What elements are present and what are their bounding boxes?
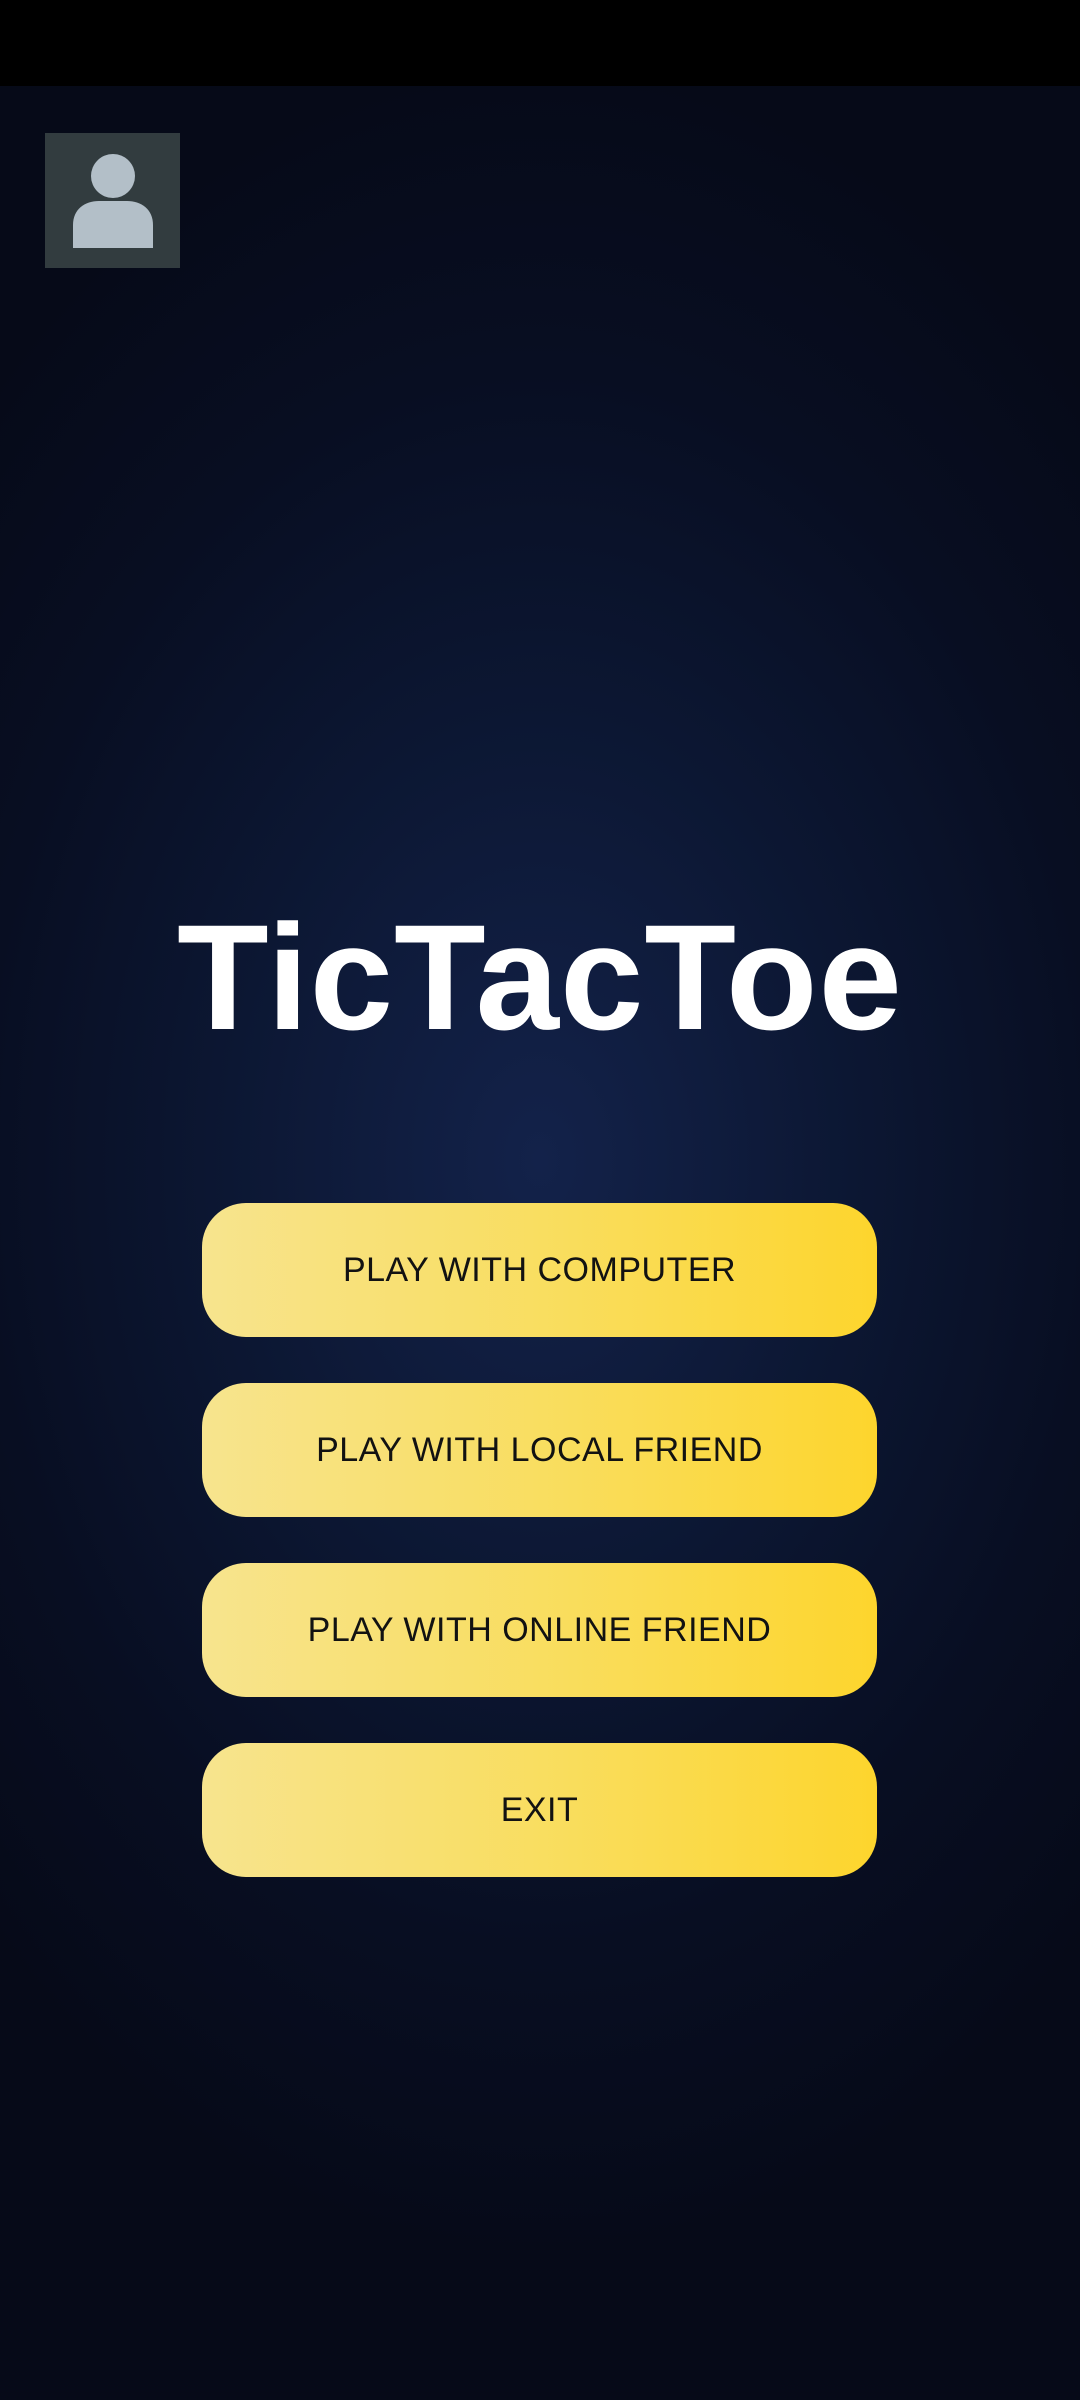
main-menu-screen: TicTacToe PLAY WITH COMPUTER PLAY WITH L… — [0, 0, 1080, 2400]
play-with-local-friend-label: PLAY WITH LOCAL FRIEND — [316, 1430, 763, 1469]
app-title: TicTacToe — [177, 893, 903, 1061]
play-with-online-friend-label: PLAY WITH ONLINE FRIEND — [307, 1610, 772, 1649]
play-with-computer-label: PLAY WITH COMPUTER — [342, 1250, 737, 1289]
play-with-online-friend-button[interactable]: PLAY WITH ONLINE FRIEND — [202, 1563, 877, 1697]
exit-label: EXIT — [500, 1790, 579, 1829]
play-with-local-friend-button[interactable]: PLAY WITH LOCAL FRIEND — [202, 1383, 877, 1517]
exit-button[interactable]: EXIT — [202, 1743, 877, 1877]
user-avatar-icon — [72, 154, 153, 248]
status-bar — [0, 0, 1080, 86]
play-with-computer-button[interactable]: PLAY WITH COMPUTER — [202, 1203, 877, 1337]
profile-button[interactable] — [45, 133, 180, 268]
main-menu: PLAY WITH COMPUTER PLAY WITH LOCAL FRIEN… — [202, 1203, 877, 1923]
